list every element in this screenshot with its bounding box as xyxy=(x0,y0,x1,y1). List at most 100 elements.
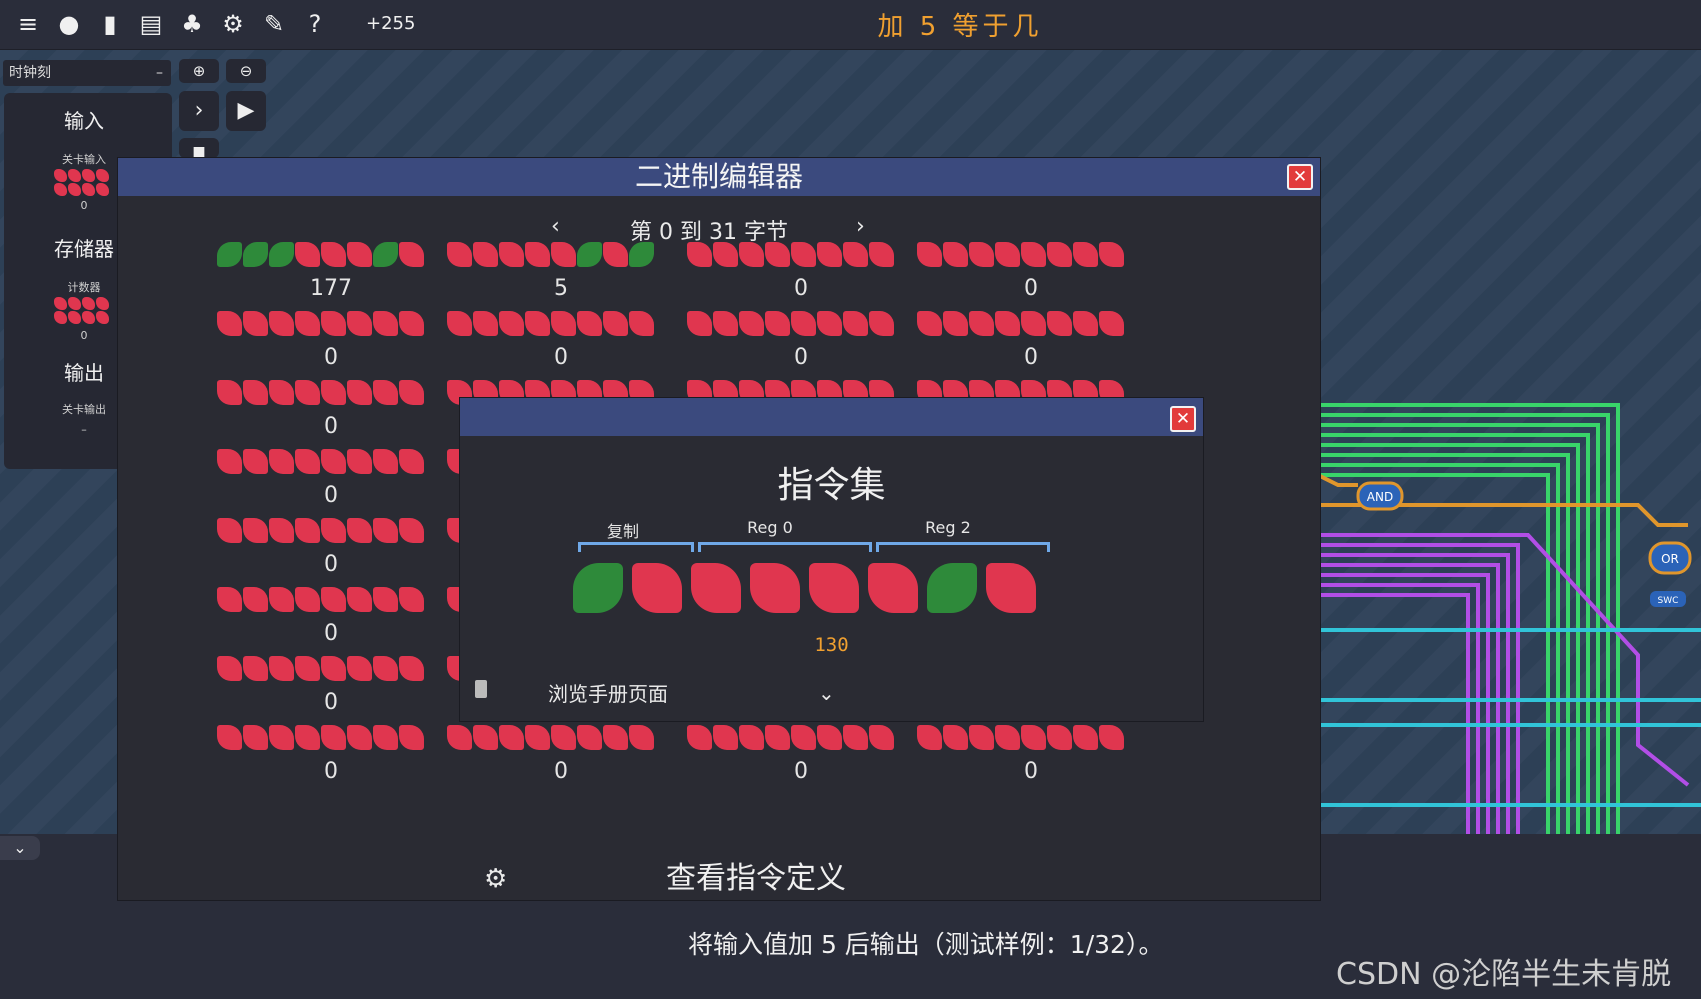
bit-toggle[interactable] xyxy=(917,242,942,267)
byte-cell[interactable]: 0 xyxy=(217,518,445,590)
bit-toggle[interactable] xyxy=(765,242,790,267)
bit-toggle[interactable] xyxy=(765,725,790,750)
bit-toggle[interactable] xyxy=(577,242,602,267)
byte-cell[interactable]: 0 xyxy=(917,242,1145,314)
zoom-in-button[interactable]: ⊕ xyxy=(179,59,219,83)
bit-toggle[interactable] xyxy=(295,725,320,750)
bit-toggle[interactable] xyxy=(399,518,424,543)
bit-toggle[interactable] xyxy=(217,518,242,543)
instruction-bit[interactable] xyxy=(927,563,977,613)
gear-icon[interactable]: ⚙ xyxy=(484,864,507,894)
bit-toggle[interactable] xyxy=(321,311,346,336)
byte-cell[interactable]: 0 xyxy=(217,725,445,797)
bit-toggle[interactable] xyxy=(217,587,242,612)
bit-toggle[interactable] xyxy=(321,242,346,267)
bit-toggle[interactable] xyxy=(551,311,576,336)
bit-toggle[interactable] xyxy=(447,242,472,267)
bit-toggle[interactable] xyxy=(1073,242,1098,267)
byte-cell[interactable]: 0 xyxy=(217,311,445,383)
bit-toggle[interactable] xyxy=(295,449,320,474)
bit-toggle[interactable] xyxy=(969,242,994,267)
bit-toggle[interactable] xyxy=(551,725,576,750)
bit-toggle[interactable] xyxy=(969,311,994,336)
bit-toggle[interactable] xyxy=(843,311,868,336)
byte-cell[interactable]: 5 xyxy=(447,242,675,314)
bit-toggle[interactable] xyxy=(373,725,398,750)
bit-toggle[interactable] xyxy=(995,725,1020,750)
bit-toggle[interactable] xyxy=(295,656,320,681)
bit-toggle[interactable] xyxy=(399,725,424,750)
chevron-down-icon[interactable]: ⌄ xyxy=(818,681,835,705)
bit-toggle[interactable] xyxy=(1073,311,1098,336)
bit-toggle[interactable] xyxy=(295,311,320,336)
bit-toggle[interactable] xyxy=(765,311,790,336)
bit-toggle[interactable] xyxy=(629,242,654,267)
bit-toggle[interactable] xyxy=(447,311,472,336)
bit-toggle[interactable] xyxy=(629,311,654,336)
bit-toggle[interactable] xyxy=(373,311,398,336)
bit-toggle[interactable] xyxy=(399,242,424,267)
book-icon[interactable]: ▤ xyxy=(137,9,165,39)
bit-toggle[interactable] xyxy=(399,449,424,474)
bit-toggle[interactable] xyxy=(843,242,868,267)
bit-toggle[interactable] xyxy=(791,242,816,267)
bit-toggle[interactable] xyxy=(525,725,550,750)
bit-toggle[interactable] xyxy=(243,518,268,543)
instruction-bit[interactable] xyxy=(691,563,741,613)
byte-cell[interactable]: 0 xyxy=(217,587,445,659)
bit-toggle[interactable] xyxy=(917,725,942,750)
bit-toggle[interactable] xyxy=(739,311,764,336)
byte-cell[interactable]: 0 xyxy=(687,242,915,314)
bit-toggle[interactable] xyxy=(551,242,576,267)
bit-toggle[interactable] xyxy=(473,311,498,336)
chat-icon[interactable]: ● xyxy=(55,9,83,39)
bit-toggle[interactable] xyxy=(1073,725,1098,750)
bit-toggle[interactable] xyxy=(347,449,372,474)
instruction-bit[interactable] xyxy=(573,563,623,613)
bit-toggle[interactable] xyxy=(321,380,346,405)
bit-toggle[interactable] xyxy=(269,725,294,750)
bit-toggle[interactable] xyxy=(791,725,816,750)
help-icon[interactable]: ? xyxy=(301,9,329,39)
bit-toggle[interactable] xyxy=(347,587,372,612)
bit-toggle[interactable] xyxy=(739,725,764,750)
collapse-button[interactable]: ⌄ xyxy=(0,836,40,860)
bit-toggle[interactable] xyxy=(739,242,764,267)
instruction-bit[interactable] xyxy=(809,563,859,613)
bit-toggle[interactable] xyxy=(373,380,398,405)
byte-cell[interactable]: 0 xyxy=(447,725,675,797)
view-definitions-link[interactable]: 查看指令定义 xyxy=(666,853,846,897)
bit-toggle[interactable] xyxy=(473,725,498,750)
byte-cell[interactable]: 0 xyxy=(217,380,445,452)
bit-toggle[interactable] xyxy=(687,242,712,267)
bit-toggle[interactable] xyxy=(243,449,268,474)
bit-toggle[interactable] xyxy=(1047,311,1072,336)
bit-toggle[interactable] xyxy=(269,380,294,405)
byte-cell[interactable]: 177 xyxy=(217,242,445,314)
bit-toggle[interactable] xyxy=(713,242,738,267)
bit-toggle[interactable] xyxy=(1099,242,1124,267)
bit-toggle[interactable] xyxy=(217,656,242,681)
bit-toggle[interactable] xyxy=(321,449,346,474)
bit-toggle[interactable] xyxy=(603,725,628,750)
byte-cell[interactable]: 0 xyxy=(217,449,445,521)
page-prev-button[interactable]: ‹ xyxy=(551,214,560,239)
bit-toggle[interactable] xyxy=(995,242,1020,267)
bit-toggle[interactable] xyxy=(713,725,738,750)
byte-cell[interactable]: 0 xyxy=(917,725,1145,797)
bit-toggle[interactable] xyxy=(817,725,842,750)
bit-toggle[interactable] xyxy=(1021,311,1046,336)
bit-toggle[interactable] xyxy=(969,725,994,750)
bit-toggle[interactable] xyxy=(217,725,242,750)
bit-toggle[interactable] xyxy=(347,380,372,405)
bit-toggle[interactable] xyxy=(295,587,320,612)
bit-toggle[interactable] xyxy=(629,725,654,750)
bit-toggle[interactable] xyxy=(869,725,894,750)
bit-toggle[interactable] xyxy=(577,725,602,750)
bit-toggle[interactable] xyxy=(373,449,398,474)
bit-toggle[interactable] xyxy=(399,311,424,336)
bit-toggle[interactable] xyxy=(295,518,320,543)
circuit-wires[interactable]: AND OR SWC xyxy=(1318,395,1701,835)
bit-toggle[interactable] xyxy=(843,725,868,750)
bit-toggle[interactable] xyxy=(295,242,320,267)
